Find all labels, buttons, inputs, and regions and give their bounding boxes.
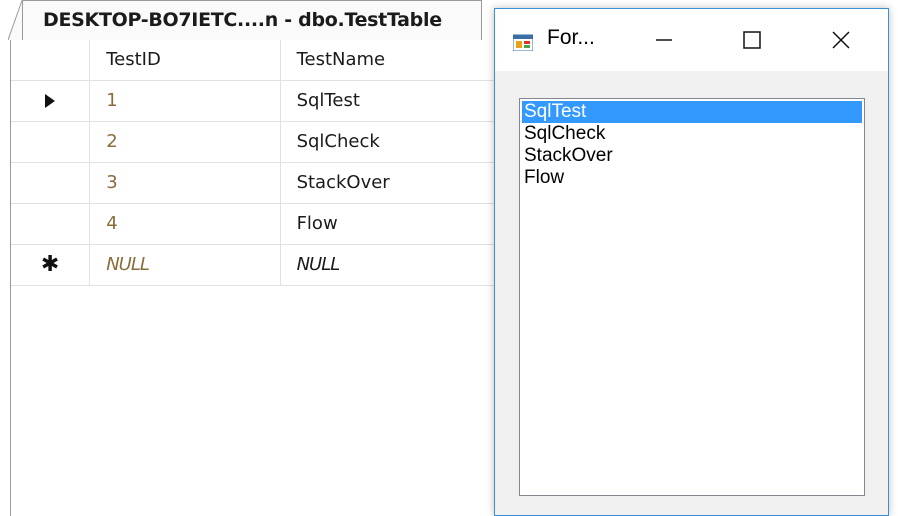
form-titlebar[interactable]: For... — [495, 9, 888, 71]
maximize-button[interactable] — [716, 9, 788, 71]
table-editor-grid: TestID TestName 1 SqlTest 2 SqlCheck 3 S… — [10, 40, 511, 516]
column-header-testname[interactable]: TestName — [280, 40, 511, 81]
table-row[interactable]: 4 Flow — [11, 203, 511, 245]
document-tab-title: DESKTOP-BO7IETC....n - dbo.TestTable — [43, 9, 442, 31]
cell-testname[interactable]: SqlCheck — [280, 121, 511, 163]
minimize-icon — [656, 39, 672, 41]
grid-header-row: TestID TestName — [11, 40, 511, 81]
close-icon — [832, 31, 850, 49]
cell-testid[interactable]: 2 — [89, 121, 281, 163]
items-listbox[interactable]: SqlTest SqlCheck StackOver Flow — [519, 98, 865, 496]
cell-testname[interactable]: SqlTest — [280, 80, 511, 122]
column-header-testid[interactable]: TestID — [89, 40, 281, 81]
table-row[interactable]: 1 SqlTest — [11, 80, 511, 122]
row-selector[interactable] — [11, 203, 91, 245]
cell-testid[interactable]: 1 — [89, 80, 281, 122]
play-arrow-icon — [45, 94, 56, 108]
asterisk-icon: ✱ — [40, 252, 60, 277]
row-selector-header[interactable] — [11, 40, 91, 81]
document-tab[interactable]: DESKTOP-BO7IETC....n - dbo.TestTable — [22, 0, 482, 40]
list-item[interactable]: SqlTest — [522, 101, 862, 123]
list-item[interactable]: StackOver — [522, 145, 862, 167]
current-row-marker[interactable] — [11, 80, 91, 122]
cell-testid-null[interactable]: NULL — [89, 244, 281, 286]
list-item[interactable]: Flow — [522, 167, 862, 189]
desktop-screen: DESKTOP-BO7IETC....n - dbo.TestTable Tes… — [0, 0, 898, 516]
form-title: For... — [547, 26, 595, 49]
cell-testname[interactable]: Flow — [280, 203, 511, 245]
winforms-app-icon — [513, 34, 533, 51]
cell-testname-null[interactable]: NULL — [280, 244, 511, 286]
form-window: For... SqlTest SqlCheck StackOver Flow — [494, 8, 889, 516]
maximize-icon — [743, 31, 761, 49]
table-row[interactable]: 2 SqlCheck — [11, 121, 511, 163]
row-selector[interactable] — [11, 162, 91, 204]
table-row[interactable]: 3 StackOver — [11, 162, 511, 204]
data-grid: TestID TestName 1 SqlTest 2 SqlCheck 3 S… — [11, 40, 511, 286]
cell-testname[interactable]: StackOver — [280, 162, 511, 204]
row-selector[interactable] — [11, 121, 91, 163]
new-row[interactable]: ✱ NULL NULL — [11, 244, 511, 286]
minimize-button[interactable] — [628, 9, 700, 71]
close-button[interactable] — [805, 9, 877, 71]
new-row-marker[interactable]: ✱ — [11, 244, 91, 286]
list-item[interactable]: SqlCheck — [522, 123, 862, 145]
cell-testid[interactable]: 3 — [89, 162, 281, 204]
cell-testid[interactable]: 4 — [89, 203, 281, 245]
